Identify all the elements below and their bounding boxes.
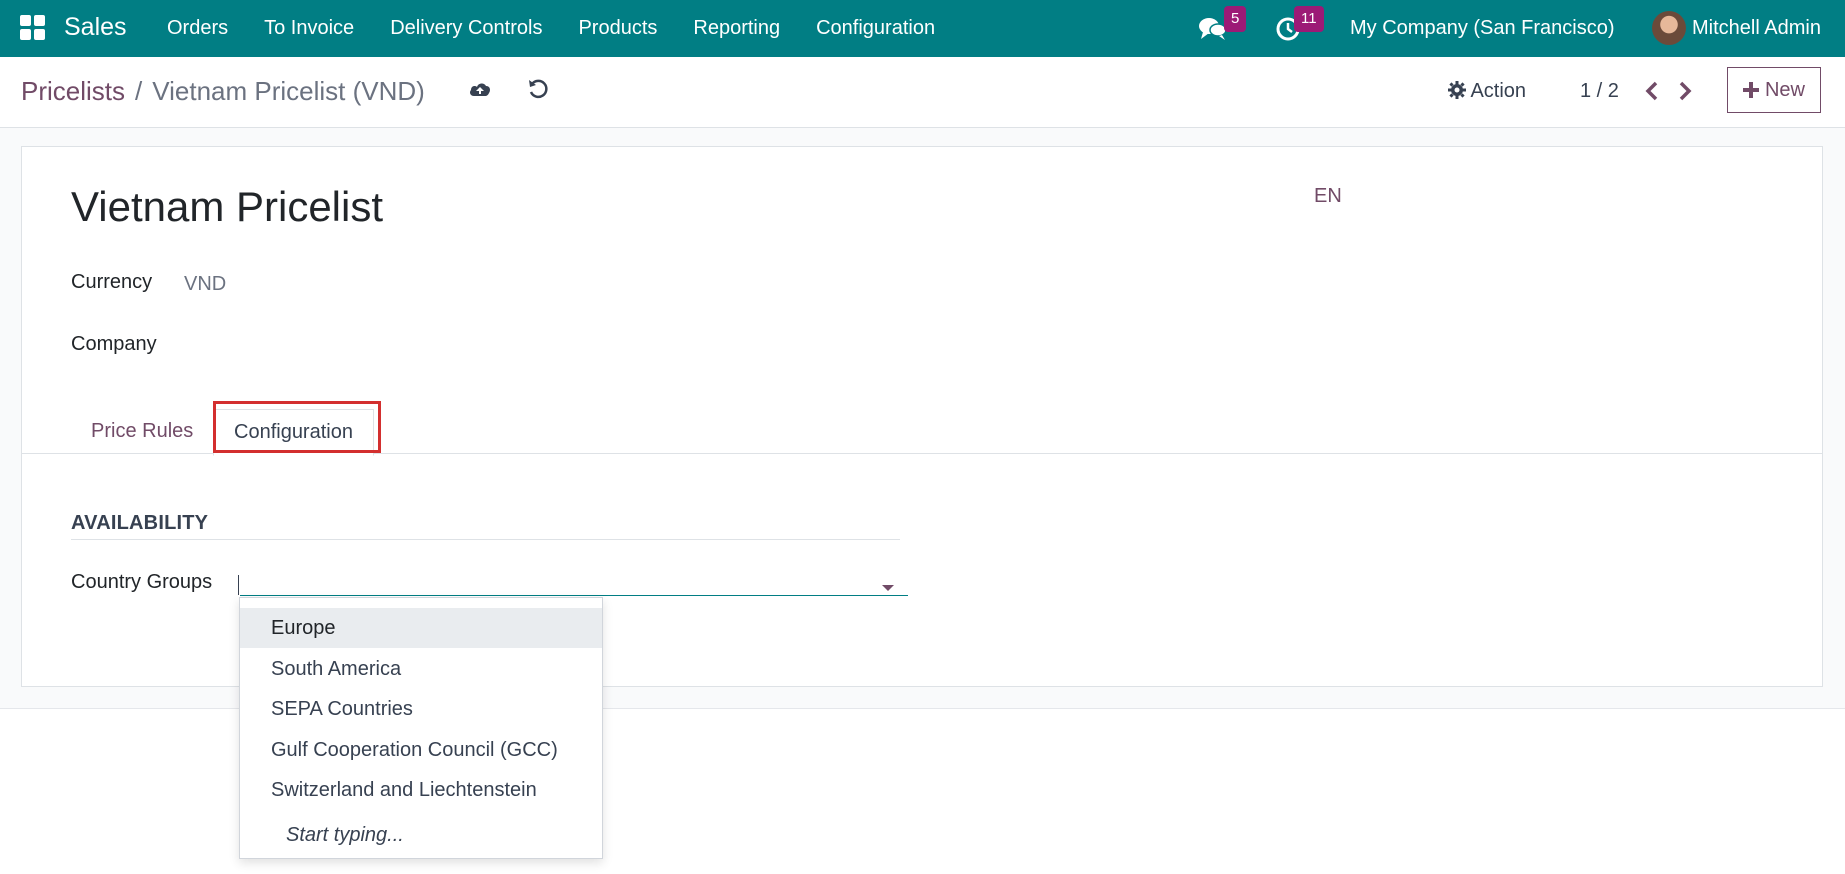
menu-reporting[interactable]: Reporting [693, 0, 780, 57]
company-switcher[interactable]: My Company (San Francisco) [1350, 0, 1615, 57]
menu-orders[interactable]: Orders [167, 0, 228, 57]
breadcrumb: Pricelists / Vietnam Pricelist (VND) [21, 75, 425, 107]
chevron-right-icon [1679, 81, 1692, 101]
undo-icon [529, 79, 548, 99]
breadcrumb-separator: / [135, 76, 143, 106]
main-menu: Orders To Invoice Delivery Controls Prod… [167, 0, 971, 57]
dropdown-item-sepa-countries[interactable]: SEPA Countries [240, 689, 602, 729]
section-divider [71, 539, 900, 540]
menu-configuration[interactable]: Configuration [816, 0, 935, 57]
dropdown-caret-icon[interactable] [882, 585, 894, 591]
currency-field[interactable]: VND [184, 273, 226, 296]
pager-previous-button[interactable] [1644, 81, 1660, 106]
dropdown-item-europe[interactable]: Europe [240, 608, 602, 648]
gear-icon [1448, 81, 1466, 99]
menu-to-invoice[interactable]: To Invoice [264, 0, 354, 57]
breadcrumb-current: Vietnam Pricelist (VND) [152, 76, 425, 106]
availability-section-title: AVAILABILITY [71, 512, 209, 534]
pager-value[interactable]: 1 / 2 [1580, 80, 1619, 103]
cloud-upload-icon [470, 83, 490, 96]
pager-next-button[interactable] [1677, 81, 1693, 106]
dropdown-start-typing-hint: Start typing... [286, 824, 404, 846]
pricelist-name[interactable]: Vietnam Pricelist [71, 183, 383, 231]
country-groups-input[interactable] [240, 565, 908, 596]
chevron-left-icon [1645, 81, 1658, 101]
user-avatar[interactable] [1652, 11, 1686, 45]
menu-delivery-controls[interactable]: Delivery Controls [390, 0, 542, 57]
company-label: Company [71, 333, 157, 355]
new-button[interactable]: New [1727, 67, 1821, 113]
messages-count-badge: 5 [1224, 6, 1247, 32]
menu-products[interactable]: Products [578, 0, 657, 57]
breadcrumb-pricelists[interactable]: Pricelists [21, 76, 125, 106]
app-name[interactable]: Sales [64, 12, 127, 42]
control-panel: Pricelists / Vietnam Pricelist (VND) Act… [0, 57, 1845, 128]
tab-configuration[interactable]: Configuration [213, 409, 374, 456]
new-label: New [1764, 78, 1805, 101]
plus-icon [1742, 82, 1759, 98]
currency-label: Currency [71, 271, 153, 293]
action-menu-button[interactable]: Action [1448, 80, 1526, 103]
activities-count-badge: 11 [1294, 6, 1324, 32]
discard-button[interactable] [527, 78, 549, 105]
save-button[interactable] [468, 79, 492, 104]
action-label: Action [1470, 80, 1527, 102]
language-toggle[interactable]: EN [1314, 185, 1342, 208]
top-navbar: Sales Orders To Invoice Delivery Control… [0, 0, 1845, 57]
text-cursor [238, 575, 239, 595]
tab-price-rules[interactable]: Price Rules [71, 409, 213, 453]
dropdown-item-south-america[interactable]: South America [240, 649, 602, 689]
dropdown-item-gcc[interactable]: Gulf Cooperation Council (GCC) [240, 730, 602, 770]
user-name[interactable]: Mitchell Admin [1692, 0, 1821, 57]
dropdown-item-switzerland-liechtenstein[interactable]: Switzerland and Liechtenstein [240, 770, 602, 810]
country-groups-dropdown: Europe South America SEPA Countries Gulf… [239, 597, 603, 859]
apps-grid-icon[interactable] [20, 15, 46, 41]
country-groups-label: Country Groups [71, 571, 213, 593]
